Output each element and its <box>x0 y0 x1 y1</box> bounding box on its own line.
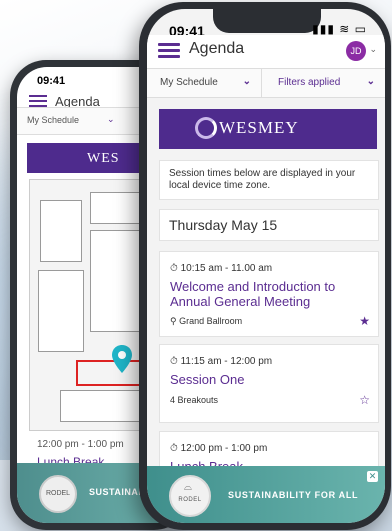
back-banner-logo: WES <box>87 151 120 166</box>
menu-icon[interactable] <box>158 43 180 59</box>
back-menu-icon <box>29 95 47 107</box>
back-chevron-icon: ⌄ <box>107 114 115 124</box>
favorite-star-filled-icon[interactable]: ★ <box>359 314 370 328</box>
rodel-logo-text: RODEL <box>178 497 202 503</box>
notice-text: Session times below are displayed in you… <box>169 168 356 191</box>
my-schedule-label: My Schedule <box>160 77 218 88</box>
back-tab-label: My Schedule <box>27 115 80 125</box>
map-room <box>90 192 142 224</box>
session-time: ⏱ 12:00 pm - 1:00 pm <box>170 443 268 454</box>
sponsor-tagline: SUSTAINABILITY FOR ALL <box>228 490 359 500</box>
session-card[interactable]: ⏱ 11:15 am - 12:00 pm Session One 4 Brea… <box>159 344 379 423</box>
filters-applied-label: Filters applied <box>278 77 341 88</box>
event-banner: WESMEY <box>159 109 377 149</box>
page-title: Agenda <box>189 40 245 57</box>
map-room <box>90 230 142 332</box>
back-session-time: 12:00 pm - 1:00 pm <box>37 439 124 450</box>
close-icon[interactable]: ✕ <box>367 471 378 482</box>
session-title[interactable]: Welcome and Introduction to Annual Gener… <box>170 279 360 309</box>
back-footer-text: SUSTAINAB <box>89 487 146 497</box>
app-header: Agenda JD ⌄ <box>147 35 385 69</box>
timezone-notice: Session times below are displayed in you… <box>159 160 379 200</box>
phone-screen: 09:41 ▮▮▮ ≋ ▭ Agenda JD ⌄ My Schedule ⌄ … <box>147 9 385 523</box>
chevron-down-icon: ⌄ <box>366 76 375 87</box>
back-rodel-logo: RODEL <box>39 475 77 513</box>
session-time: ⏱ 10:15 am - 11.00 am <box>170 263 273 274</box>
date-header: Thursday May 15 <box>159 209 379 241</box>
rodel-logo: ⌓ RODEL <box>169 475 211 517</box>
sponsor-ad-footer[interactable]: ⌓ RODEL SUSTAINABILITY FOR ALL ✕ <box>147 466 385 523</box>
filters-dropdown[interactable]: Filters applied ⌄ <box>262 69 385 97</box>
chevron-down-icon: ⌄ <box>242 76 251 87</box>
session-card[interactable]: ⏱ 10:15 am - 11.00 am Welcome and Introd… <box>159 251 379 337</box>
session-breakouts: 4 Breakouts <box>170 395 219 405</box>
banner-logo-text: WESMEY <box>219 118 299 137</box>
filter-bar: My Schedule ⌄ Filters applied ⌄ <box>147 68 385 98</box>
session-time: ⏱ 11:15 am - 12:00 pm <box>170 356 273 367</box>
map-room <box>38 270 84 352</box>
wesmey-logo-icon <box>195 117 217 139</box>
rodel-mark-icon: ⌓ <box>184 482 192 493</box>
date-header-text: Thursday May 15 <box>169 217 278 233</box>
session-location: ⚲ Grand Ballroom <box>170 316 243 326</box>
avatar[interactable]: JD <box>346 41 366 61</box>
phone-notch <box>213 9 321 33</box>
signal-wifi-battery-icon: ▮▮▮ ≋ ▭ <box>312 22 367 36</box>
chevron-down-icon[interactable]: ⌄ <box>369 44 377 55</box>
map-room <box>40 200 82 262</box>
location-pin-icon <box>112 345 132 373</box>
my-schedule-dropdown[interactable]: My Schedule ⌄ <box>147 69 262 97</box>
session-title[interactable]: Session One <box>170 372 360 387</box>
favorite-star-outline-icon[interactable]: ☆ <box>359 393 370 407</box>
